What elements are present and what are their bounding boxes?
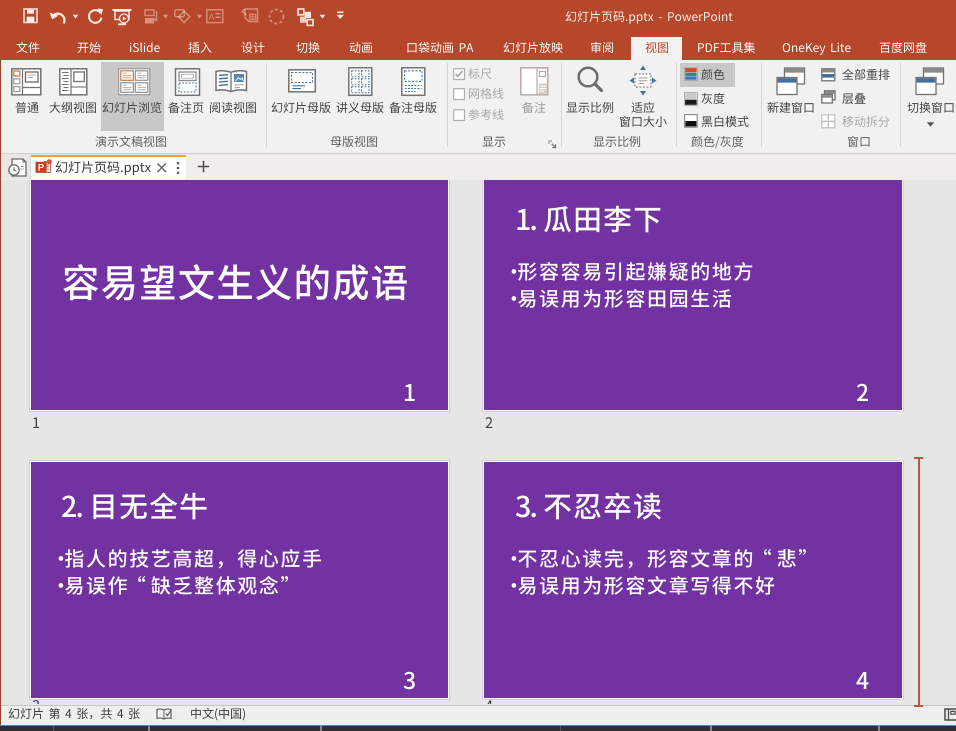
svg-text:P: P [38, 162, 45, 173]
svg-text:A: A [209, 12, 215, 22]
